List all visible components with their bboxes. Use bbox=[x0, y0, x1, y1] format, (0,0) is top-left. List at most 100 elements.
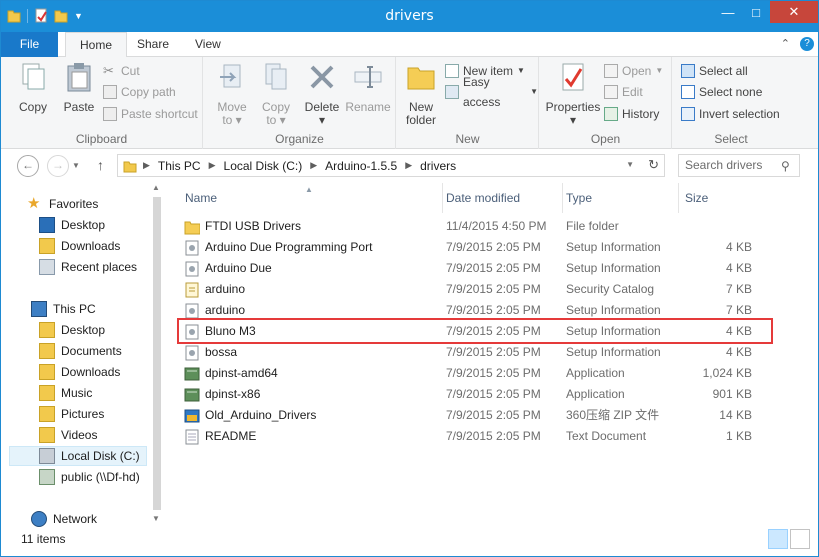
address-bar[interactable]: ▶ This PC ▶ Local Disk (C:) ▶ Arduino-1.… bbox=[117, 154, 665, 177]
setup-info-icon bbox=[185, 261, 199, 276]
file-row[interactable]: dpinst-x86 7/9/2015 2:05 PM Application 901… bbox=[175, 384, 755, 405]
file-row[interactable]: Old_Arduino_Drivers 7/9/2015 2:05 PM 360压缩… bbox=[175, 405, 755, 426]
tab-home[interactable]: Home bbox=[65, 32, 128, 58]
nav-scrollbar[interactable]: ▲ ▼ bbox=[149, 183, 165, 528]
move-to-button[interactable]: Move to ▾ bbox=[210, 61, 254, 127]
new-folder-label-2: folder bbox=[405, 113, 437, 127]
tab-view[interactable]: View bbox=[181, 32, 235, 57]
file-size: 901 KB bbox=[712, 387, 752, 401]
paste-icon bbox=[67, 63, 91, 92]
minimize-button[interactable]: — bbox=[714, 1, 742, 23]
file-date: 11/4/2015 4:50 PM bbox=[446, 219, 547, 233]
back-button[interactable]: ← bbox=[17, 155, 39, 177]
forward-button[interactable]: → bbox=[47, 155, 69, 177]
file-row[interactable]: bossa 7/9/2015 2:05 PM Setup Information 4 … bbox=[175, 342, 755, 363]
invert-selection-button[interactable]: Invert selection bbox=[681, 104, 780, 124]
organize-group: Move to ▾ Copy to ▾ Delete ▾ Rename Organiz… bbox=[204, 57, 396, 149]
breadcrumb-local-disk[interactable]: Local Disk (C:) bbox=[224, 159, 303, 173]
scroll-up-icon[interactable]: ▲ bbox=[152, 183, 160, 192]
scroll-down-icon[interactable]: ▼ bbox=[152, 514, 160, 523]
file-row[interactable]: dpinst-amd64 7/9/2015 2:05 PM Application 1… bbox=[175, 363, 755, 384]
nav-videos[interactable]: Videos bbox=[39, 425, 97, 445]
details-view-button[interactable] bbox=[768, 529, 788, 549]
nav-scrollbar-thumb[interactable] bbox=[153, 197, 161, 510]
column-header-size[interactable]: Size bbox=[679, 183, 759, 213]
nav-downloads[interactable]: Downloads bbox=[39, 236, 120, 256]
select-all-label: Select all bbox=[699, 64, 748, 78]
nav-network[interactable]: Network bbox=[31, 509, 97, 529]
maximize-button[interactable]: □ bbox=[742, 1, 770, 23]
file-name-cell: dpinst-amd64 bbox=[184, 363, 278, 384]
column-header-type[interactable]: Type bbox=[563, 183, 679, 213]
column-header-date[interactable]: Date modified bbox=[443, 183, 563, 213]
breadcrumb-this-pc[interactable]: This PC bbox=[158, 159, 201, 173]
properties-button[interactable]: Properties ▾ bbox=[544, 61, 602, 127]
column-date-label: Date modified bbox=[446, 191, 521, 205]
file-name: dpinst-x86 bbox=[205, 387, 261, 401]
file-row[interactable]: FTDI USB Drivers 11/4/2015 4:50 PM File fo… bbox=[175, 216, 755, 237]
clipboard-group: Copy Paste ✂ Cut Copy path Paste shortcu… bbox=[1, 57, 203, 149]
nav-pc-desktop[interactable]: Desktop bbox=[39, 320, 105, 340]
address-dropdown-icon[interactable]: ▼ bbox=[626, 160, 634, 169]
copy-to-label-1: Copy bbox=[261, 100, 290, 114]
file-name: arduino bbox=[205, 282, 246, 296]
breadcrumb-drivers[interactable]: drivers bbox=[420, 159, 456, 173]
file-name: dpinst-amd64 bbox=[205, 366, 278, 380]
file-row[interactable]: Arduino Due 7/9/2015 2:05 PM Setup Informa… bbox=[175, 258, 755, 279]
file-row[interactable]: arduino 7/9/2015 2:05 PM Security Catalog 7… bbox=[175, 279, 755, 300]
select-all-button[interactable]: Select all bbox=[681, 61, 748, 81]
refresh-icon[interactable]: ↻ bbox=[648, 157, 659, 173]
network-drive-icon bbox=[39, 469, 55, 485]
nav-recent-places[interactable]: Recent places bbox=[39, 257, 137, 277]
easy-access-button[interactable]: Easy access ▼ bbox=[445, 75, 538, 109]
tab-file[interactable]: File bbox=[1, 32, 58, 57]
nav-pictures[interactable]: Pictures bbox=[39, 404, 104, 424]
breadcrumb-arduino[interactable]: Arduino-1.5.5 bbox=[325, 159, 397, 173]
large-icons-view-button[interactable] bbox=[790, 529, 810, 549]
open-button[interactable]: Open ▼ bbox=[604, 61, 663, 81]
paste-button[interactable]: Paste bbox=[57, 61, 101, 114]
nav-favorites[interactable]: ★ Favorites bbox=[27, 194, 98, 214]
search-icon[interactable]: ⚲ bbox=[781, 159, 790, 173]
history-button[interactable]: History bbox=[604, 104, 659, 124]
nav-public-share[interactable]: public (\\Df-hd) bbox=[39, 467, 140, 487]
cut-button[interactable]: ✂ Cut bbox=[103, 61, 140, 81]
file-row[interactable]: Arduino Due Programming Port 7/9/2015 2:0… bbox=[175, 237, 755, 258]
paste-shortcut-button[interactable]: Paste shortcut bbox=[103, 104, 198, 124]
rename-label: Rename bbox=[345, 100, 391, 114]
help-icon[interactable]: ? bbox=[800, 37, 814, 51]
delete-label: Delete bbox=[304, 100, 340, 114]
delete-button[interactable]: Delete ▾ bbox=[300, 61, 344, 127]
folder-icon bbox=[184, 221, 200, 234]
chevron-up-icon[interactable]: ⌃ bbox=[781, 37, 790, 51]
nav-documents[interactable]: Documents bbox=[39, 341, 122, 361]
rename-button[interactable]: Rename bbox=[344, 61, 392, 114]
nav-desktop[interactable]: Desktop bbox=[39, 215, 105, 235]
nav-music[interactable]: Music bbox=[39, 383, 92, 403]
select-none-button[interactable]: Select none bbox=[681, 82, 762, 102]
setup-info-icon bbox=[185, 303, 199, 318]
drive-icon bbox=[39, 448, 55, 464]
recent-locations-dropdown[interactable]: ▼ bbox=[72, 161, 80, 170]
copy-to-button[interactable]: Copy to ▾ bbox=[254, 61, 298, 127]
copy-path-button[interactable]: Copy path bbox=[103, 82, 176, 102]
select-none-icon bbox=[681, 85, 695, 99]
file-row[interactable]: README 7/9/2015 2:05 PM Text Document 1 KB bbox=[175, 426, 755, 447]
nav-local-disk[interactable]: Local Disk (C:) bbox=[9, 446, 147, 466]
nav-this-pc[interactable]: This PC bbox=[31, 299, 96, 319]
file-name: Arduino Due Programming Port bbox=[205, 240, 373, 254]
select-group-label: Select bbox=[714, 132, 748, 146]
column-header-name[interactable]: Name ▲ bbox=[177, 183, 443, 213]
close-button[interactable]: ✕ bbox=[770, 1, 818, 23]
nav-pc-downloads[interactable]: Downloads bbox=[39, 362, 120, 382]
move-to-label-2: to bbox=[222, 113, 233, 127]
clipboard-group-label: Clipboard bbox=[75, 132, 128, 146]
paste-shortcut-icon bbox=[103, 107, 117, 121]
column-name-label: Name bbox=[185, 191, 218, 205]
new-folder-button[interactable]: New folder bbox=[399, 61, 443, 127]
up-arrow-icon[interactable]: ↑ bbox=[97, 157, 104, 173]
edit-button[interactable]: Edit bbox=[604, 82, 643, 102]
file-date: 7/9/2015 2:05 PM bbox=[446, 261, 541, 275]
tab-share[interactable]: Share bbox=[123, 32, 183, 57]
copy-button[interactable]: Copy bbox=[11, 61, 55, 114]
